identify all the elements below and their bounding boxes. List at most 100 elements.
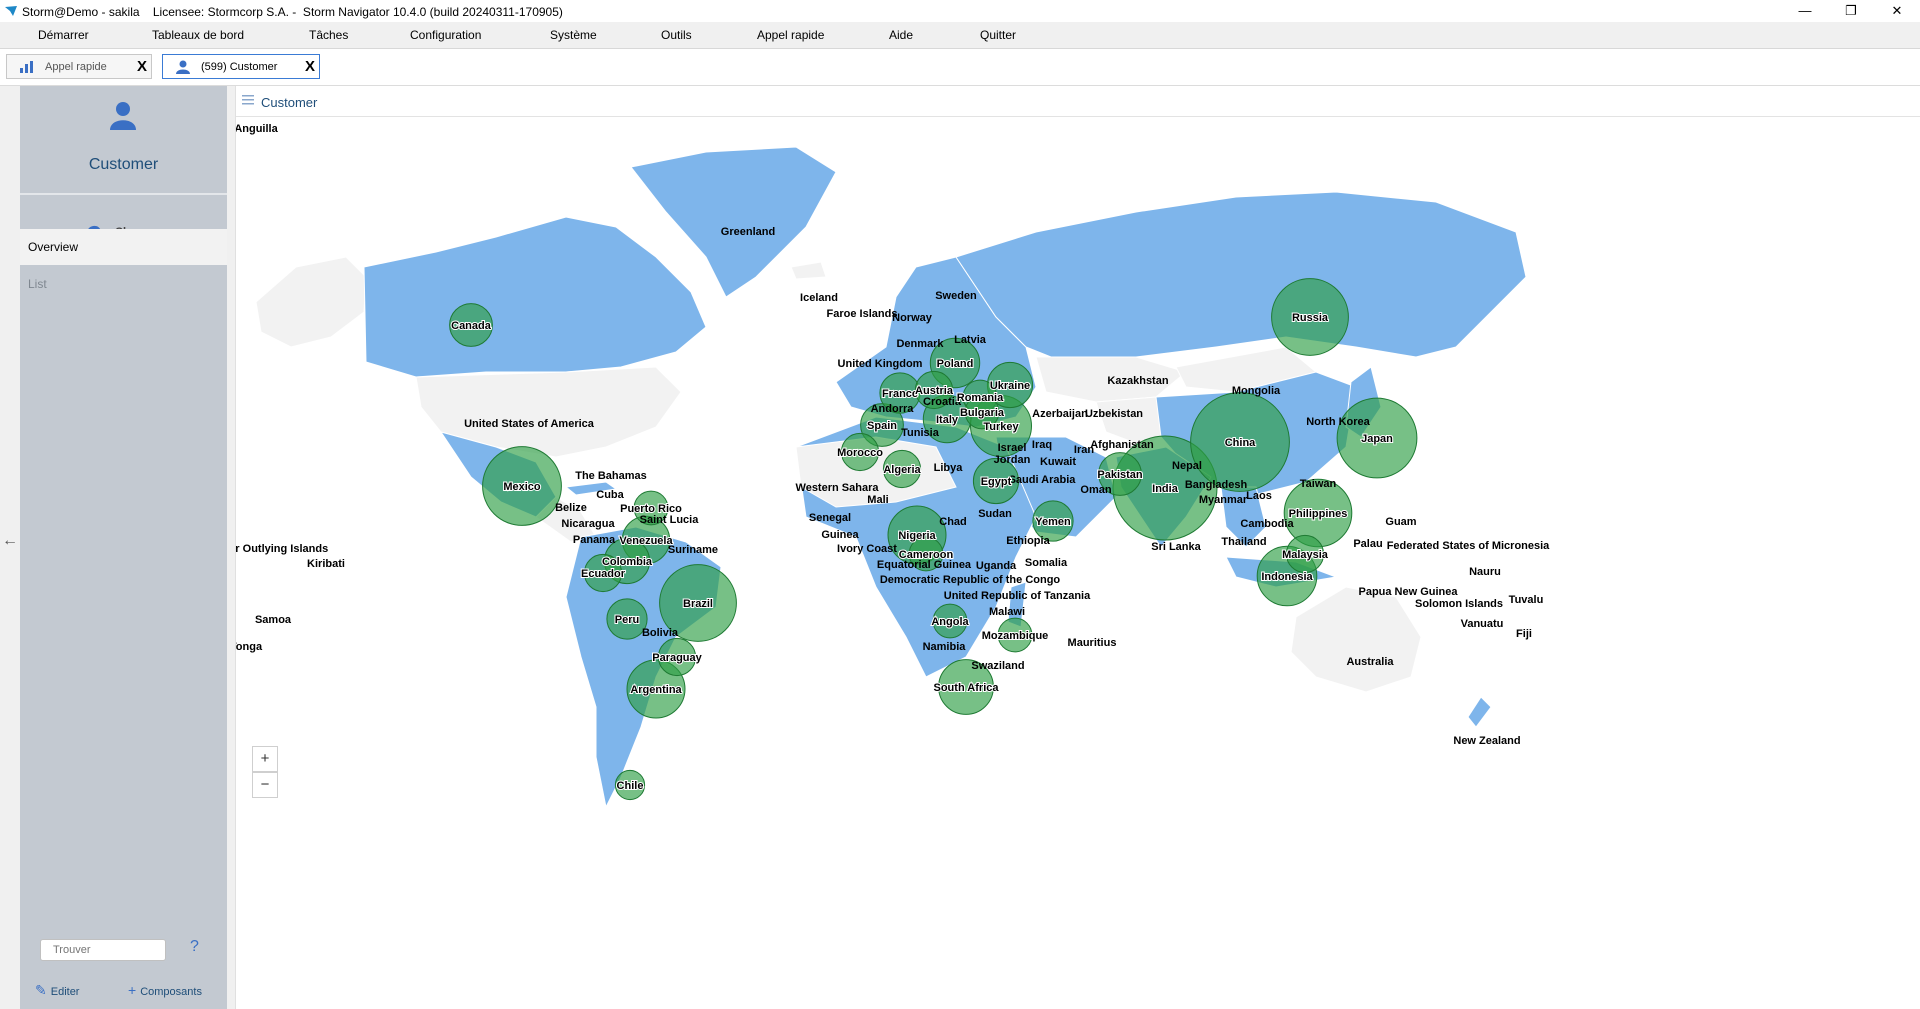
country-label: Bangladesh bbox=[1185, 479, 1248, 491]
country-label: Democratic Republic of the Congo bbox=[880, 574, 1061, 586]
country-label: New Zealand bbox=[1453, 735, 1520, 747]
tab-appel-rapide[interactable]: Appel rapide X bbox=[6, 54, 152, 79]
country-label: Suriname bbox=[668, 544, 718, 556]
bubble-label: Russia bbox=[1292, 312, 1329, 324]
country-label: Guam bbox=[1385, 516, 1416, 528]
menu-aide[interactable]: Aide bbox=[889, 28, 913, 42]
panel-title: Customer bbox=[261, 95, 318, 110]
bubble-label: Philippines bbox=[1289, 508, 1348, 520]
menu-quitter[interactable]: Quitter bbox=[980, 28, 1016, 42]
zoom-out-button[interactable]: − bbox=[252, 772, 278, 798]
sidebar-collapse-strip: ← bbox=[0, 86, 20, 1009]
country-label: Cuba bbox=[596, 489, 624, 501]
menu-taches[interactable]: Tâches bbox=[309, 28, 348, 42]
country-label: Oman bbox=[1080, 484, 1111, 496]
menu-tableaux-de-bord[interactable]: Tableaux de bord bbox=[152, 28, 244, 42]
components-button[interactable]: + Composants bbox=[128, 982, 202, 998]
country-label: Myanmar bbox=[1199, 494, 1248, 506]
country-label: Mali bbox=[867, 494, 888, 506]
country-label: Thailand bbox=[1221, 536, 1266, 548]
bubble-label: India bbox=[1152, 483, 1179, 495]
minimize-button[interactable]: — bbox=[1782, 0, 1828, 22]
country-label: Mongolia bbox=[1232, 385, 1281, 397]
country-label: Belize bbox=[555, 502, 587, 514]
nav-item-overview[interactable]: Overview bbox=[20, 229, 227, 265]
bubble-label: Romania bbox=[957, 392, 1004, 404]
country-label: Vanuatu bbox=[1461, 618, 1504, 630]
collapse-arrow-icon[interactable]: ← bbox=[2, 532, 18, 550]
country-label: United States of America bbox=[464, 418, 595, 430]
menu-systeme[interactable]: Système bbox=[550, 28, 597, 42]
dashboard-icon bbox=[20, 61, 33, 73]
help-icon[interactable]: ? bbox=[190, 938, 199, 956]
tab-close-icon[interactable]: X bbox=[137, 58, 147, 75]
country-label: Uzbekistan bbox=[1085, 408, 1143, 420]
menu-bar: Démarrer Tableaux de bord Tâches Configu… bbox=[0, 22, 1920, 49]
close-window-button[interactable]: ✕ bbox=[1874, 0, 1920, 22]
bubble-label: Egypt bbox=[981, 476, 1012, 488]
bubble-label: Japan bbox=[1361, 433, 1393, 445]
maximize-button[interactable]: ❐ bbox=[1828, 0, 1874, 22]
menu-appel-rapide[interactable]: Appel rapide bbox=[757, 28, 824, 42]
canada-land bbox=[363, 216, 707, 378]
country-label: Kazakhstan bbox=[1107, 375, 1168, 387]
panel-header: Customer bbox=[236, 86, 1920, 117]
sidebar: Customer Charger Overview List ? ✎Editer… bbox=[20, 86, 227, 1009]
country-label: Iraq bbox=[1032, 439, 1052, 451]
zoom-in-button[interactable]: + bbox=[252, 746, 278, 772]
bubble-label: Brazil bbox=[683, 598, 713, 610]
bubble-label: Mozambique bbox=[982, 630, 1049, 642]
bubble-label: Yemen bbox=[1035, 516, 1071, 528]
country-label: Bolivia bbox=[642, 627, 679, 639]
map-canvas[interactable]: Anguilla Greenland Iceland Faroe Islands Swe… bbox=[236, 117, 1920, 1009]
bubble-label: China bbox=[1225, 437, 1256, 449]
bubble-label: Angola bbox=[931, 616, 969, 628]
main-panel: Customer Anguilla Greenland Iceland Faro… bbox=[235, 86, 1920, 1009]
tab-close-icon[interactable]: X bbox=[305, 58, 315, 75]
australia-land bbox=[1290, 586, 1422, 693]
bubble-label: France bbox=[882, 388, 918, 400]
plus-icon: + bbox=[128, 982, 137, 998]
country-label: Laos bbox=[1246, 490, 1272, 502]
country-label: Australia bbox=[1346, 656, 1394, 668]
country-label: Greenland bbox=[721, 226, 775, 238]
tab-customer[interactable]: (599) Customer X bbox=[162, 54, 320, 79]
menu-demarrer[interactable]: Démarrer bbox=[38, 28, 89, 42]
user-icon bbox=[110, 102, 136, 130]
menu-configuration[interactable]: Configuration bbox=[410, 28, 481, 42]
bubble-label: Chile bbox=[617, 780, 644, 792]
search-input[interactable] bbox=[40, 939, 166, 961]
country-label: Tunisia bbox=[901, 427, 940, 439]
components-label: Composants bbox=[140, 986, 202, 998]
country-label: d States Minor Outlying Islands bbox=[236, 543, 328, 555]
bubble-label: Peru bbox=[615, 614, 639, 626]
country-label: Norway bbox=[892, 312, 933, 324]
country-label: Libya bbox=[934, 462, 964, 474]
country-label: Federated States of Micronesia bbox=[1387, 540, 1550, 552]
country-label: Jordan bbox=[994, 454, 1031, 466]
menu-outils[interactable]: Outils bbox=[661, 28, 692, 42]
tab-label: (599) Customer bbox=[201, 61, 278, 73]
country-label: Ethiopia bbox=[1006, 535, 1050, 547]
bubble-label: Indonesia bbox=[1261, 571, 1313, 583]
nav-item-list[interactable]: List bbox=[20, 266, 227, 302]
country-label: Latvia bbox=[954, 334, 987, 346]
bubble-label: Ecuador bbox=[581, 568, 626, 580]
country-label: Solomon Islands bbox=[1415, 598, 1503, 610]
alaska-land bbox=[255, 256, 367, 348]
menu-icon[interactable] bbox=[242, 94, 254, 106]
country-label: Sri Lanka bbox=[1151, 541, 1201, 553]
country-label: Andorra bbox=[871, 403, 915, 415]
country-label: Nepal bbox=[1172, 460, 1202, 472]
edit-label: Editer bbox=[50, 986, 80, 998]
country-label: Denmark bbox=[896, 338, 944, 350]
edit-button[interactable]: ✎ Editer bbox=[35, 982, 79, 999]
bubble-label: Colombia bbox=[602, 556, 653, 568]
country-label: Mauritius bbox=[1068, 637, 1117, 649]
country-label: Nauru bbox=[1469, 566, 1501, 578]
country-label: Kuwait bbox=[1040, 456, 1076, 468]
country-label: Saudi Arabia bbox=[1009, 474, 1077, 486]
country-label: Ivory Coast bbox=[837, 543, 897, 555]
country-label: Somalia bbox=[1025, 557, 1068, 569]
world-map[interactable]: Anguilla Greenland Iceland Faroe Islands Swe… bbox=[236, 117, 1920, 1009]
